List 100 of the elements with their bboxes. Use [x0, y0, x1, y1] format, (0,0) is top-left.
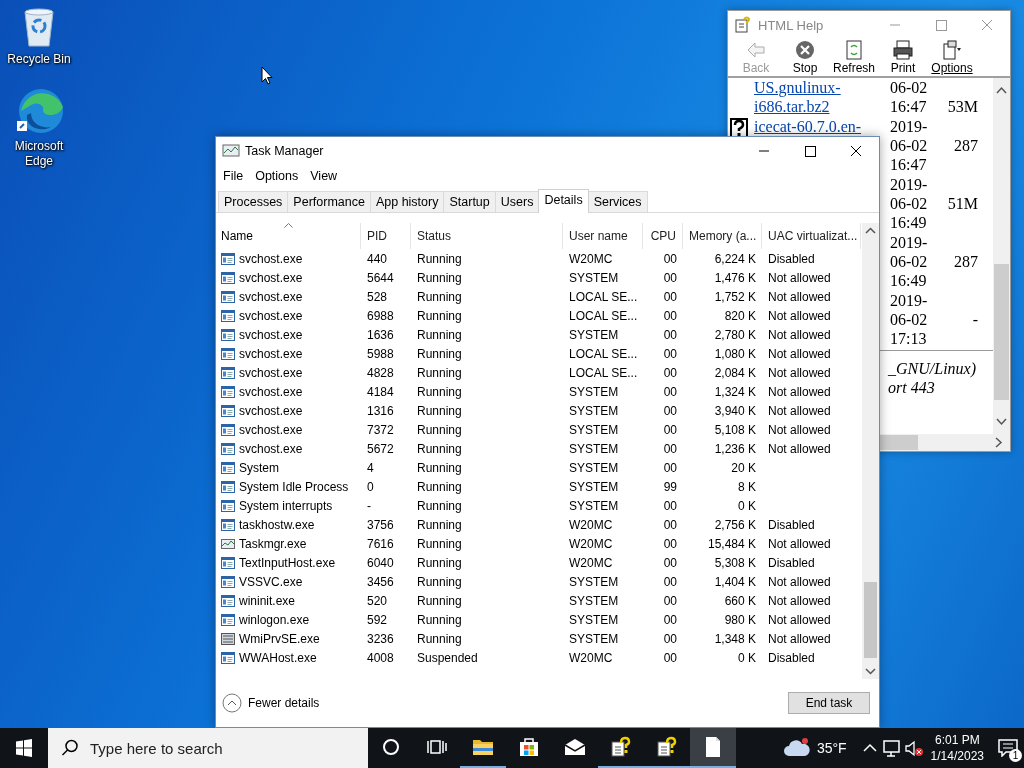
process-row[interactable]: svchost.exe 6988 Running LOCAL SE... 00 820 K Not allowed — [216, 306, 862, 325]
table-cell: 4008 — [367, 650, 394, 665]
store-bag-icon — [517, 735, 541, 759]
table-cell: Not allowed — [768, 593, 831, 608]
file-date: 2019- 06-02 16:49 — [889, 175, 929, 232]
search-field[interactable]: Type here to search — [48, 728, 368, 768]
table-cell: Not allowed — [768, 536, 831, 551]
cursor-icon — [261, 66, 273, 85]
clock-time[interactable]: 6:01 PM — [934, 732, 980, 748]
tab[interactable]: App history — [369, 191, 445, 212]
edge-icon[interactable] — [15, 87, 63, 135]
process-row[interactable]: taskhostw.exe 3756 Running W20MC 00 2,756 K Disabled — [216, 515, 862, 534]
process-row[interactable]: svchost.exe 5672 Running SYSTEM 00 1,236 K Not allowed — [216, 439, 862, 458]
process-row[interactable]: svchost.exe 5644 Running SYSTEM 00 1,476 K Not allowed — [216, 268, 862, 287]
end-task-button[interactable]: End task — [788, 692, 870, 714]
process-row[interactable]: System 4 Running SYSTEM 00 20 K — [216, 458, 862, 477]
process-row[interactable]: svchost.exe 4184 Running SYSTEM 00 1,324 K Not allowed — [216, 382, 862, 401]
table-cell: W20MC — [569, 555, 613, 570]
menu-item[interactable]: File — [217, 169, 250, 183]
file-size: 287 — [953, 252, 978, 271]
toolbar-print-button[interactable]: Print — [879, 40, 927, 75]
recycle-bin-icon[interactable] — [21, 6, 57, 48]
process-row[interactable]: WmiPrvSE.exe 3236 Running SYSTEM 00 1,348 K Not allowed — [216, 629, 862, 648]
table-cell: Running — [417, 384, 462, 399]
file-date: 2019- 06-02 16:47 — [889, 117, 929, 174]
table-cell: 00 — [663, 498, 677, 513]
table-cell: taskhostw.exe — [239, 517, 315, 532]
table-cell: svchost.exe — [239, 346, 303, 361]
table-cell: LOCAL SE... — [569, 365, 638, 380]
notification-badge: 1 — [1009, 749, 1022, 762]
process-row[interactable]: svchost.exe 528 Running LOCAL SE... 00 1,752 K Not allowed — [216, 287, 862, 306]
process-row[interactable]: System interrupts - Running SYSTEM 00 0 K — [216, 496, 862, 515]
process-row[interactable]: System Idle Process 0 Running SYSTEM 99 8 K — [216, 477, 862, 496]
process-row[interactable]: svchost.exe 5988 Running LOCAL SE... 00 1,080 K Not allowed — [216, 344, 862, 363]
table-cell: svchost.exe — [239, 327, 303, 342]
table-cell: Not allowed — [768, 327, 831, 342]
table-cell: 1,476 K — [714, 270, 756, 285]
tab[interactable]: Users — [494, 191, 540, 212]
table-cell: Running — [417, 403, 462, 418]
column-header[interactable]: PID — [361, 223, 411, 249]
table-cell: 0 — [367, 479, 374, 494]
file-link[interactable]: icecat-60.7.0.en- — [754, 117, 862, 136]
table-cell: 2,756 K — [714, 517, 756, 532]
scrollbar-thumb[interactable] — [880, 435, 918, 450]
table-cell: 6988 — [367, 308, 394, 323]
process-row[interactable]: wininit.exe 520 Running SYSTEM 00 660 K Not allowed — [216, 591, 862, 610]
column-header[interactable]: Memory (a... — [683, 223, 762, 249]
table-cell: 7372 — [367, 422, 394, 437]
process-row[interactable]: WWAHost.exe 4008 Suspended W20MC 00 0 K Disabled — [216, 648, 862, 667]
table-cell: 2,084 K — [714, 365, 756, 380]
process-row[interactable]: winlogon.exe 592 Running SYSTEM 00 980 K Not allowed — [216, 610, 862, 629]
tab[interactable]: Startup — [443, 191, 496, 212]
table-cell: 1316 — [367, 403, 394, 418]
table-cell: 6040 — [367, 555, 394, 570]
table-cell: SYSTEM — [569, 574, 619, 589]
fewer-details-button[interactable]: Fewer details — [222, 693, 320, 713]
tab[interactable]: Processes — [218, 191, 289, 212]
column-header[interactable]: UAC virtualizat... — [762, 223, 861, 249]
toolbar-options-button[interactable]: Options — [928, 40, 976, 75]
process-row[interactable]: svchost.exe 4828 Running LOCAL SE... 00 2,084 K Not allowed — [216, 363, 862, 382]
process-row[interactable]: svchost.exe 7372 Running SYSTEM 00 5,108 K Not allowed — [216, 420, 862, 439]
notification-icon[interactable] — [998, 739, 1018, 757]
options-icon — [941, 40, 963, 60]
toolbar-stop-button[interactable]: Stop — [781, 40, 829, 75]
window-icon — [221, 423, 235, 436]
desktop-icon-label[interactable]: Microsoft Edge — [2, 139, 76, 169]
tab[interactable]: Services — [587, 191, 648, 212]
toolbar-refresh-button[interactable]: Refresh — [830, 40, 878, 75]
table-cell: 00 — [663, 327, 677, 342]
table-cell: 5988 — [367, 346, 394, 361]
table-cell: Running — [417, 593, 462, 608]
column-header[interactable]: Status — [411, 223, 563, 249]
taskbar-document-button[interactable] — [690, 728, 736, 768]
tab[interactable]: Details — [538, 189, 589, 213]
table-cell: SYSTEM — [569, 384, 619, 399]
process-row[interactable]: svchost.exe 440 Running W20MC 00 6,224 K Disabled — [216, 249, 862, 268]
menu-item[interactable]: View — [304, 169, 344, 183]
scrollbar-thumb[interactable] — [864, 582, 877, 658]
menu-item[interactable]: Options — [249, 169, 305, 183]
window-icon — [221, 575, 235, 588]
chevron-circle-icon — [222, 693, 242, 713]
table-cell: SYSTEM — [569, 498, 619, 513]
process-row[interactable]: TextInputHost.exe 6040 Running W20MC 00 5,308 K Disabled — [216, 553, 862, 572]
process-row[interactable]: svchost.exe 1636 Running SYSTEM 00 2,780 K Not allowed — [216, 325, 862, 344]
column-header[interactable]: CPU — [643, 223, 683, 249]
table-cell: 00 — [663, 289, 677, 304]
column-header[interactable]: User name — [563, 223, 643, 249]
temperature-text[interactable]: 35°F — [816, 740, 847, 756]
table-cell: Not allowed — [768, 365, 831, 380]
clock-date[interactable]: 1/14/2023 — [930, 748, 984, 764]
table-cell: Taskmgr.exe — [239, 536, 307, 551]
window-icon — [221, 613, 235, 626]
desktop-icon-label[interactable]: Recycle Bin — [2, 52, 76, 67]
column-header[interactable]: Name — [216, 223, 361, 249]
process-row[interactable]: svchost.exe 1316 Running SYSTEM 00 3,940 K Not allowed — [216, 401, 862, 420]
scrollbar-thumb[interactable] — [994, 264, 1009, 400]
process-row[interactable]: VSSVC.exe 3456 Running SYSTEM 00 1,404 K Not allowed — [216, 572, 862, 591]
tab[interactable]: Performance — [287, 191, 371, 212]
process-row[interactable]: Taskmgr.exe 7616 Running W20MC 00 15,484 K Not allowed — [216, 534, 862, 553]
table-cell: 1,348 K — [714, 631, 756, 646]
